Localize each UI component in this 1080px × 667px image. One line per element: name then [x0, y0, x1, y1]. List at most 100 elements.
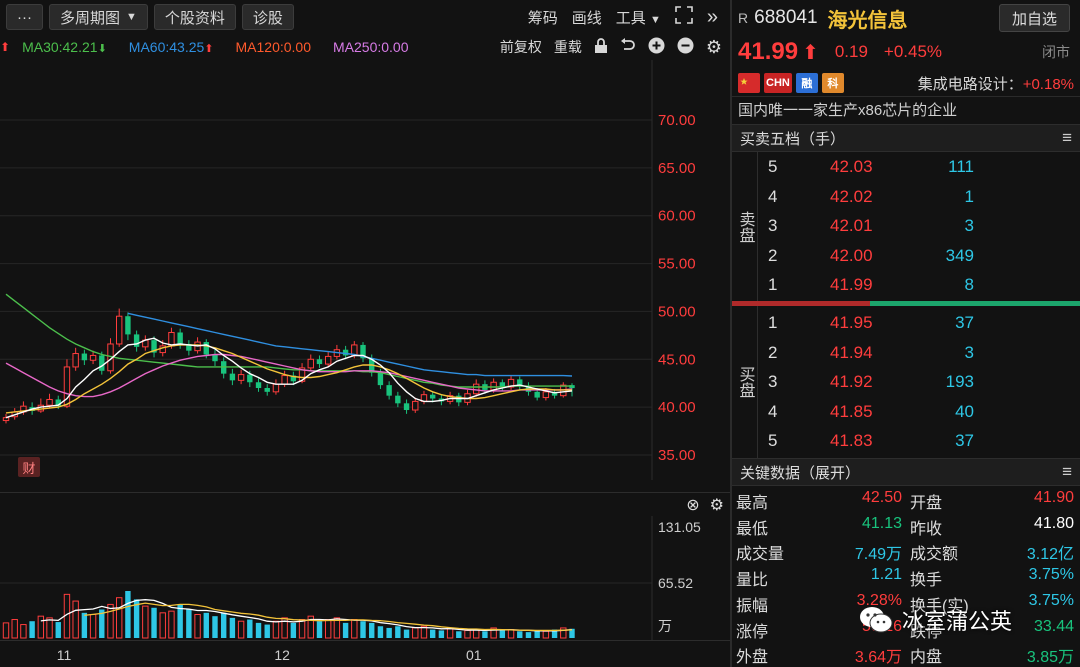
bid-volume: 40	[955, 401, 974, 421]
bid-row[interactable]: 4 41.85 40	[758, 398, 1080, 427]
ask-volume: 3	[964, 216, 974, 235]
chn-tag[interactable]: CHN	[764, 73, 792, 93]
quote-panel: R 688041 海光信息 加自选 41.99 ⬆ 0.19 +0.45% 闭市…	[732, 0, 1080, 667]
volume-bar	[316, 621, 323, 638]
candle-body-down	[255, 382, 262, 388]
watermark-text: 冰室蒲公英	[902, 609, 1013, 634]
up-arrow-icon: ⬆	[802, 41, 819, 64]
sector-change: +0.18%	[1022, 75, 1074, 93]
volume-axis-label: 131.05	[658, 519, 701, 535]
add-watchlist-button[interactable]: 加自选	[998, 4, 1070, 32]
stock-description: 国内唯一一家生产x86芯片的企业	[732, 96, 1080, 122]
buy-side-label: 买盘	[732, 306, 758, 458]
candle-body-up	[412, 400, 419, 411]
price-axis-label: 65.00	[658, 160, 696, 177]
volume-bar	[72, 600, 79, 639]
tags-row: CHN 融 科 集成电路设计：+0.18%	[732, 70, 1080, 96]
ma-legend-row: ⬆ MA30:42.21⬇ MA60:43.25⬆ MA120:0.00 MA2…	[0, 34, 730, 60]
keydata-label: 振幅	[736, 597, 769, 615]
menu-icon[interactable]: ≡	[1062, 128, 1072, 148]
margin-trading-tag[interactable]: 融	[795, 73, 818, 93]
tools-dropdown[interactable]: 工具 ▼	[616, 7, 661, 28]
ask-row[interactable]: 2 42.00 349	[758, 242, 1080, 271]
adjust-button[interactable]: 前复权	[500, 37, 542, 57]
keydata-title: 关键数据（展开）	[740, 464, 861, 482]
stock-name[interactable]: 海光信息	[828, 4, 908, 33]
candlestick-chart[interactable]: 70.00 65.00 60.00 55.00 50.00 45.00 40.00 35.00	[0, 60, 730, 480]
more-button[interactable]: ···	[6, 4, 43, 30]
bid-row[interactable]: 5 41.83 37	[758, 427, 1080, 456]
candle-body-down	[377, 372, 384, 386]
volume-bar	[255, 622, 262, 638]
up-arrow-icon: ⬆	[204, 43, 214, 55]
keydata-title-bar[interactable]: 关键数据（展开） ≡	[732, 458, 1080, 486]
diagnose-button[interactable]: 诊股	[241, 4, 294, 30]
volume-tools: ⊗ ⚙	[686, 495, 724, 515]
settings-gear-icon[interactable]: ⚙	[706, 37, 722, 58]
lock-icon[interactable]	[594, 37, 608, 57]
keydata-label: 成交量	[736, 546, 785, 564]
volume-bar	[220, 612, 227, 638]
more-icon: ···	[17, 8, 32, 26]
price-axis-label: 40.00	[658, 399, 696, 416]
keydata-row: 成交量 7.49万 成交额 3.12亿	[732, 537, 1080, 563]
menu-icon[interactable]: ≡	[1062, 462, 1072, 482]
bid-row[interactable]: 3 41.92 193	[758, 368, 1080, 397]
ask-level: 2	[768, 245, 778, 265]
zoom-out-icon[interactable]	[677, 37, 694, 57]
bid-volume: 193	[945, 372, 974, 391]
financial-report-badge[interactable]: 财	[18, 457, 40, 477]
keydata-row: 最低 41.13 昨收 41.80	[732, 512, 1080, 538]
collapse-icon[interactable]: »	[707, 6, 718, 29]
keydata-label: 量比	[736, 572, 769, 590]
period-dropdown[interactable]: 多周期图 ▼	[49, 4, 148, 30]
price-axis-label: 55.00	[658, 256, 696, 273]
sector-link[interactable]: 集成电路设计：+0.18%	[918, 73, 1074, 94]
close-indicator-icon[interactable]: ⊗	[686, 495, 699, 515]
bid-row[interactable]: 2 41.94 3	[758, 339, 1080, 368]
stock-profile-button[interactable]: 个股资料	[153, 4, 236, 30]
bid-level: 1	[768, 313, 778, 332]
ask-level: 4	[768, 186, 778, 206]
volume-bar	[507, 629, 515, 639]
volume-bar	[342, 622, 349, 638]
volume-chart[interactable]: 131.05 65.52 万	[0, 516, 730, 640]
keydata-label: 内盘	[910, 649, 943, 667]
caret-down-icon: ▼	[126, 11, 137, 23]
undo-icon[interactable]	[620, 37, 636, 57]
reload-button[interactable]: 重载	[554, 37, 582, 57]
volume-bar	[46, 617, 53, 639]
stock-profile-label: 个股资料	[164, 9, 225, 27]
volume-bar	[446, 628, 454, 639]
chart-panel: ··· 多周期图 ▼ 个股资料 诊股 筹码 画线 工具 ▼ » ⬆ MA30:4…	[0, 0, 730, 667]
bid-row[interactable]: 1 41.95 37	[758, 309, 1080, 338]
keydata-value: 42.50	[861, 489, 902, 506]
bid-ask-ratio-bar	[732, 301, 1080, 306]
candle-body-down	[203, 342, 209, 355]
fullscreen-icon[interactable]	[675, 6, 693, 28]
keydata-row: 最高 42.50 开盘 41.90	[732, 486, 1080, 512]
market-status: 闭市	[1042, 44, 1070, 60]
ask-row[interactable]: 5 42.03 111	[758, 153, 1080, 182]
volume-bar	[272, 620, 280, 639]
ask-row[interactable]: 3 42.01 3	[758, 212, 1080, 241]
volume-bar	[186, 609, 192, 638]
ask-row[interactable]: 1 41.99 8	[758, 271, 1080, 300]
star-market-tag[interactable]: 科	[821, 73, 844, 93]
orderbook-title-bar[interactable]: 买卖五档（手） ≡	[732, 124, 1080, 152]
chips-button[interactable]: 筹码	[528, 7, 558, 28]
ask-row[interactable]: 4 42.02 1	[758, 183, 1080, 212]
indicator-settings-icon[interactable]: ⚙	[710, 495, 724, 515]
ask-price: 42.03	[830, 157, 873, 176]
volume-header	[0, 492, 730, 516]
volume-bar	[247, 619, 253, 638]
candle-body-down	[133, 334, 140, 347]
volume-bar	[438, 630, 445, 638]
keydata-value: 7.49万	[854, 546, 902, 564]
price-axis-label: 70.00	[658, 112, 696, 129]
draw-line-button[interactable]: 画线	[572, 7, 602, 28]
diagnose-label: 诊股	[252, 9, 283, 27]
r-badge: R	[738, 10, 749, 26]
zoom-in-icon[interactable]	[648, 37, 665, 57]
candle-body-up	[116, 315, 123, 345]
